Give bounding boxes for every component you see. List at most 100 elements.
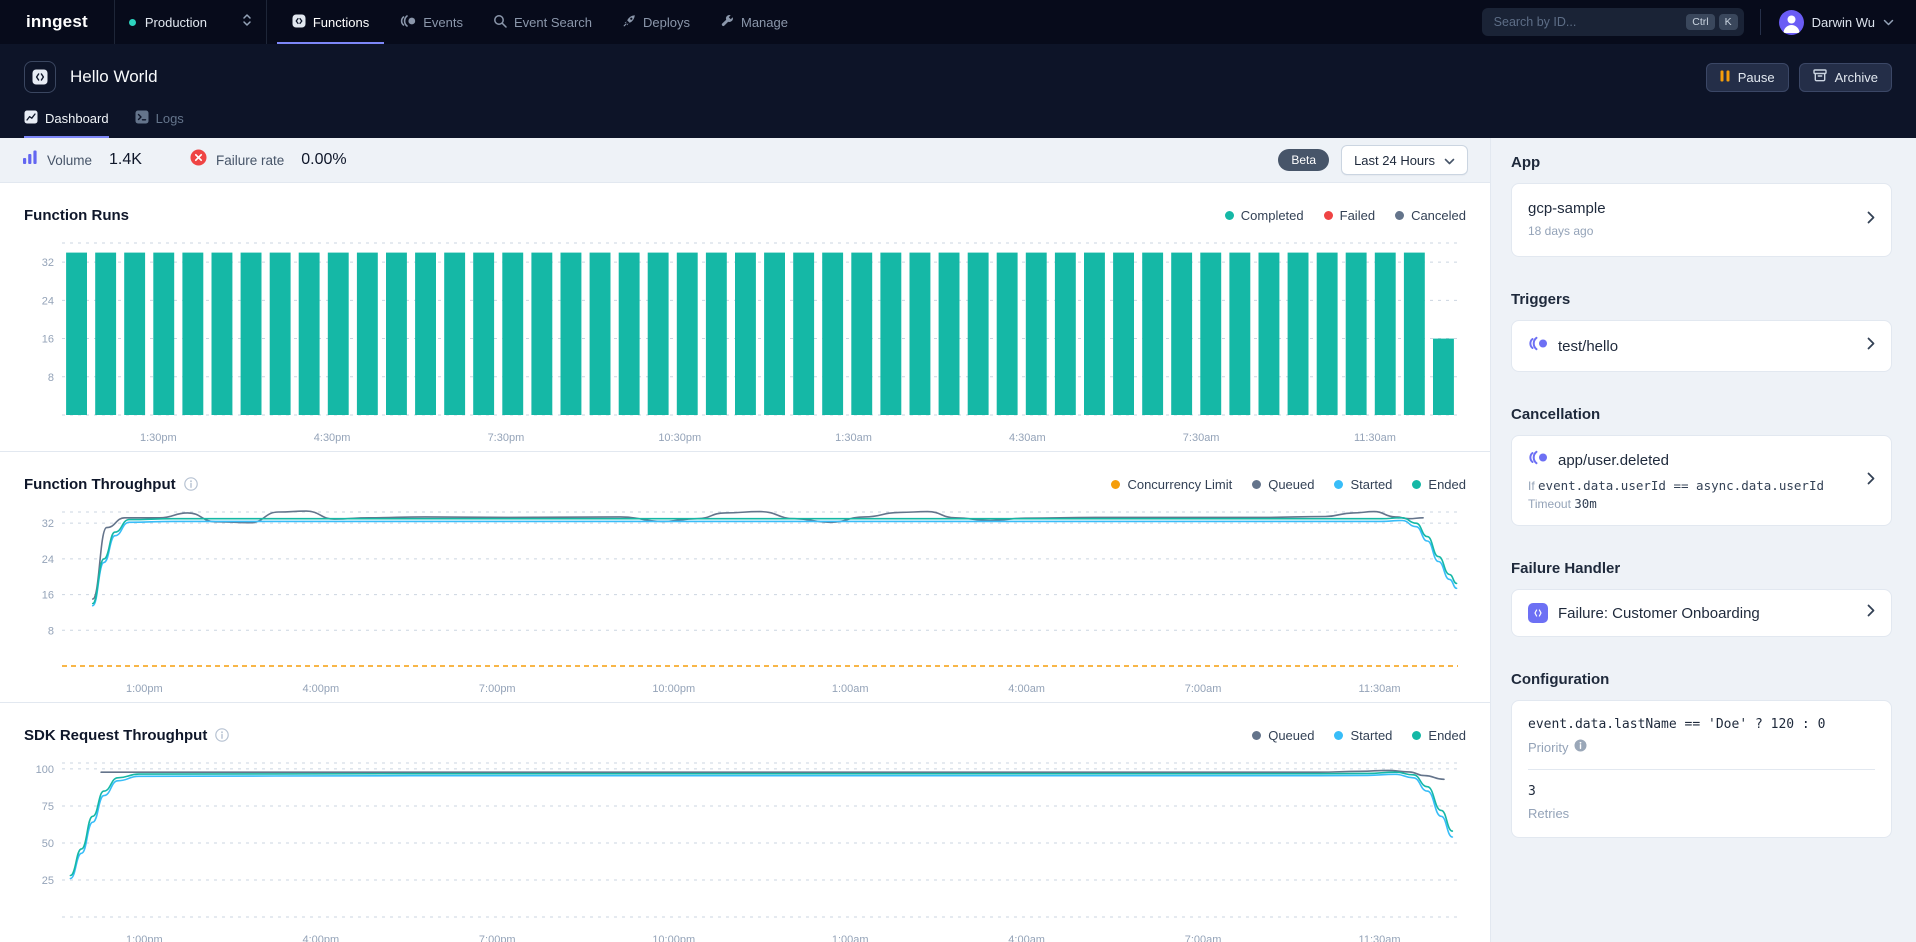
- tab-label: Dashboard: [45, 111, 109, 126]
- legend-item: Ended: [1412, 728, 1466, 743]
- failure-handler-card[interactable]: Failure: Customer Onboarding: [1511, 589, 1892, 637]
- legend-label: Canceled: [1411, 208, 1466, 223]
- legend-item: Started: [1334, 728, 1392, 743]
- retries-value: 3: [1528, 784, 1875, 799]
- svg-text:11:30am: 11:30am: [1359, 934, 1401, 942]
- legend-label: Completed: [1241, 208, 1304, 223]
- nav-divider: [1760, 9, 1761, 35]
- volume-value: 1.4K: [109, 151, 142, 169]
- svg-text:50: 50: [42, 838, 54, 850]
- chart-canvas: 2550751001:00pm4:00pm7:00pm10:00pm1:00am…: [24, 753, 1466, 942]
- chart-canvas: 81624321:30pm4:30pm7:30pm10:30pm1:30am4:…: [24, 233, 1466, 451]
- rocket-icon: [622, 14, 636, 31]
- environment-selector[interactable]: Production: [115, 0, 267, 44]
- failure-handler-name: Failure: Customer Onboarding: [1558, 605, 1760, 622]
- svg-text:7:30am: 7:30am: [1183, 432, 1220, 444]
- svg-text:4:00pm: 4:00pm: [302, 934, 339, 942]
- svg-text:4:00am: 4:00am: [1008, 683, 1045, 695]
- time-range-dropdown[interactable]: Last 24 Hours: [1341, 145, 1468, 175]
- legend-dot: [1412, 480, 1421, 489]
- info-icon[interactable]: [184, 477, 198, 491]
- svg-text:1:30pm: 1:30pm: [140, 432, 177, 444]
- svg-text:25: 25: [42, 875, 54, 887]
- failure-rate-value: 0.00%: [301, 151, 346, 169]
- nav-item-deploys[interactable]: Deploys: [607, 0, 705, 44]
- user-menu[interactable]: Darwin Wu: [1779, 10, 1894, 35]
- svg-text:1:00pm: 1:00pm: [126, 934, 163, 942]
- legend-item: Canceled: [1395, 208, 1466, 223]
- cancellation-heading: Cancellation: [1511, 406, 1892, 423]
- svg-text:24: 24: [42, 554, 54, 566]
- legend-item: Queued: [1252, 728, 1314, 743]
- chart-legend: CompletedFailedCanceled: [1225, 208, 1466, 223]
- nav-item-manage[interactable]: Manage: [705, 0, 803, 44]
- sdk-throughput-chart[interactable]: 2550751001:00pm4:00pm7:00pm10:00pm1:00am…: [24, 753, 1466, 942]
- search-placeholder: Search by ID...: [1494, 15, 1577, 29]
- page-title: Hello World: [70, 67, 158, 87]
- archive-icon: [1813, 69, 1827, 85]
- legend-item: Started: [1334, 477, 1392, 492]
- pause-button[interactable]: Pause: [1706, 63, 1789, 92]
- nav-item-functions[interactable]: Functions: [277, 0, 384, 44]
- info-icon[interactable]: [1574, 739, 1587, 755]
- legend-dot: [1225, 211, 1234, 220]
- svg-text:8: 8: [48, 372, 54, 384]
- svg-text:7:00pm: 7:00pm: [479, 683, 516, 695]
- svg-text:7:00am: 7:00am: [1185, 934, 1222, 942]
- svg-text:1:00pm: 1:00pm: [126, 683, 163, 695]
- primary-nav: Functions Events Event Search Deploys Ma…: [277, 0, 803, 44]
- nav-item-label: Deploys: [643, 15, 690, 30]
- svg-text:4:00am: 4:00am: [1008, 934, 1045, 942]
- chart-title: Function Throughput: [24, 476, 176, 493]
- tab-dashboard[interactable]: Dashboard: [24, 110, 109, 138]
- timeout-label: Timeout: [1528, 497, 1571, 511]
- legend-label: Queued: [1268, 728, 1314, 743]
- svg-text:16: 16: [42, 334, 54, 346]
- logo-container[interactable]: inngest: [0, 0, 115, 44]
- dashboard-icon: [24, 110, 38, 127]
- info-icon[interactable]: [215, 728, 229, 742]
- legend-label: Ended: [1428, 477, 1466, 492]
- pause-label: Pause: [1738, 70, 1775, 85]
- svg-text:24: 24: [42, 295, 54, 307]
- search-shortcut: Ctrl K: [1686, 14, 1737, 30]
- kbd-k: K: [1719, 14, 1738, 30]
- chevron-right-icon: [1867, 604, 1875, 622]
- svg-text:4:30am: 4:30am: [1009, 432, 1046, 444]
- function-runs-chart[interactable]: 81624321:30pm4:30pm7:30pm10:30pm1:30am4:…: [24, 233, 1466, 451]
- time-range-value: Last 24 Hours: [1354, 153, 1435, 168]
- function-throughput-chart[interactable]: 81624321:00pm4:00pm7:00pm10:00pm1:00am4:…: [24, 502, 1466, 702]
- chevron-down-icon: [1883, 13, 1894, 31]
- cancellation-card[interactable]: app/user.deleted If event.data.userId ==…: [1511, 435, 1892, 526]
- tab-logs[interactable]: Logs: [135, 110, 184, 138]
- function-code-icon: [1528, 603, 1548, 623]
- svg-text:16: 16: [42, 590, 54, 602]
- svg-text:8: 8: [48, 625, 54, 637]
- app-card[interactable]: gcp-sample 18 days ago: [1511, 183, 1892, 257]
- svg-text:100: 100: [36, 764, 54, 776]
- legend-dot: [1252, 480, 1261, 489]
- nav-item-events[interactable]: Events: [384, 0, 478, 44]
- failure-rate-stat: Failure rate 0.00%: [190, 149, 347, 171]
- function-tabs: Dashboard Logs: [24, 110, 1892, 138]
- legend-label: Queued: [1268, 477, 1314, 492]
- svg-text:4:30pm: 4:30pm: [314, 432, 351, 444]
- nav-item-event-search[interactable]: Event Search: [478, 0, 607, 44]
- search-input[interactable]: Search by ID... Ctrl K: [1482, 8, 1744, 36]
- app-updated: 18 days ago: [1528, 224, 1851, 238]
- chart-legend: Queued Started Ended: [1252, 728, 1466, 743]
- legend-label: Concurrency Limit: [1127, 477, 1232, 492]
- sdk-throughput-section: SDK Request Throughput Queued Started Ende…: [0, 703, 1490, 942]
- archive-button[interactable]: Archive: [1799, 63, 1892, 92]
- legend-dot: [1395, 211, 1404, 220]
- search-icon: [493, 14, 507, 31]
- if-label: If: [1528, 479, 1535, 493]
- divider: [1528, 769, 1875, 770]
- stats-bar: Volume 1.4K Failure rate 0.00% Beta Last…: [0, 138, 1490, 183]
- configuration-section: Configuration event.data.lastName == 'Do…: [1511, 671, 1892, 838]
- chart-title: SDK Request Throughput: [24, 727, 207, 744]
- volume-label: Volume: [47, 153, 92, 168]
- chart-title: Function Runs: [24, 207, 129, 224]
- trigger-card[interactable]: test/hello: [1511, 320, 1892, 372]
- terminal-icon: [135, 110, 149, 127]
